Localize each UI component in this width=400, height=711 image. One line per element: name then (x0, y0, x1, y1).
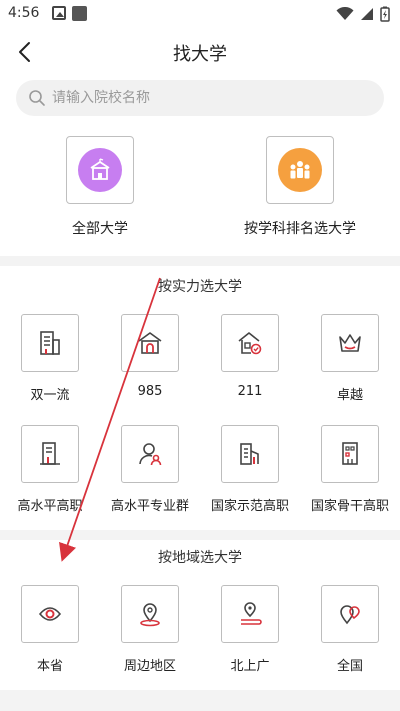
status-bar: 4:56 (0, 0, 400, 28)
app-notification-icon (72, 6, 87, 21)
excellence-button[interactable]: 卓越 (300, 314, 400, 403)
region-section-title: 按地域选大学 (158, 550, 242, 566)
image-notification-icon (52, 6, 66, 20)
map-pin-icon (140, 603, 160, 627)
double-first-class-button[interactable]: 双一流 (0, 314, 100, 403)
battery-icon (380, 6, 390, 22)
all-universities-button[interactable]: 全部大学 (20, 136, 180, 238)
search-input[interactable] (52, 80, 372, 116)
strength-section-title: 按实力选大学 (158, 279, 242, 295)
project-211-button[interactable]: 211 (200, 314, 300, 399)
nationwide-button[interactable]: 全国 (300, 585, 400, 674)
project-985-button[interactable]: 985 (100, 314, 200, 399)
beijing-shanghai-guangzhou-button[interactable]: 北上广 (200, 585, 300, 674)
page-title: 找大学 (173, 44, 227, 65)
national-demo-vocational-button[interactable]: 国家示范高职 (200, 425, 300, 514)
location-eye-icon (38, 607, 62, 621)
school-building-icon (90, 158, 110, 180)
high-level-vocational-button[interactable]: 高水平高职 (0, 425, 100, 514)
building-icon (40, 331, 60, 355)
city-buildings-icon (240, 443, 259, 465)
tower-building-icon (342, 442, 358, 465)
hall-icon (138, 332, 162, 354)
people-group-icon (290, 161, 310, 179)
section-divider (0, 256, 400, 266)
home-province-button[interactable]: 本省 (0, 585, 100, 674)
route-pin-icon (241, 602, 262, 625)
house-check-icon (238, 332, 262, 355)
signal-icon (361, 8, 373, 20)
app-header: 找大学 (0, 30, 400, 74)
surrounding-areas-button[interactable]: 周边地区 (100, 585, 200, 674)
status-time: 4:56 (8, 5, 40, 21)
all-universities-label: 全部大学 (72, 221, 128, 237)
subject-ranking-button[interactable]: 按学科排名选大学 (220, 136, 380, 238)
high-level-major-group-button[interactable]: 高水平专业群 (100, 425, 200, 514)
office-building-icon (40, 442, 60, 465)
section-divider (0, 530, 400, 540)
search-bar[interactable] (16, 80, 384, 116)
bottom-divider (0, 690, 400, 711)
crown-icon (339, 334, 361, 352)
search-icon (29, 90, 45, 106)
subject-ranking-label: 按学科排名选大学 (244, 221, 356, 237)
user-group-icon (139, 443, 162, 466)
national-backbone-vocational-button[interactable]: 国家骨干高职 (300, 425, 400, 514)
wifi-icon (336, 7, 354, 20)
double-pin-icon (340, 605, 360, 625)
